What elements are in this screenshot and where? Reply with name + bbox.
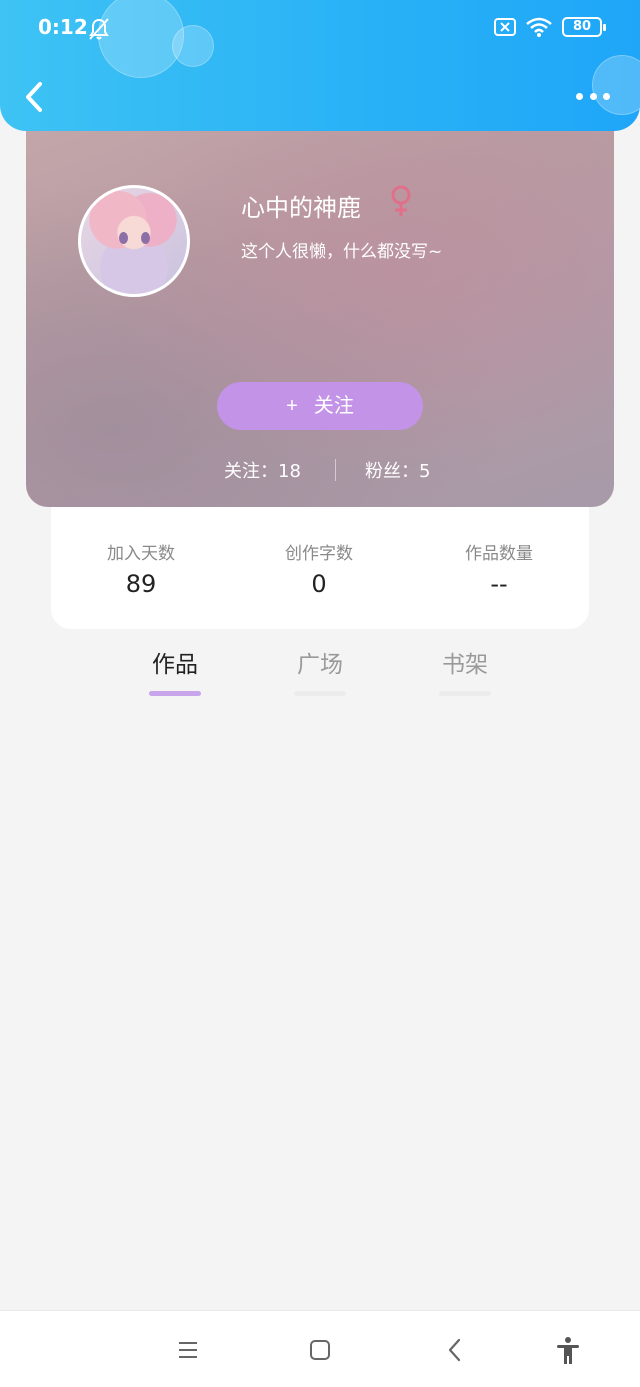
dot xyxy=(603,92,610,100)
profile-card: 心中的神鹿 这个人很懒，什么都没写~ + 关注 关注：18 粉丝：5 xyxy=(26,110,614,507)
stat-label: 创作字数 xyxy=(285,544,353,564)
tab-bookshelf[interactable]: 书架 xyxy=(420,645,510,696)
status-time: 0:12 xyxy=(38,15,88,39)
tab-square[interactable]: 广场 xyxy=(275,645,365,696)
accessibility-icon[interactable] xyxy=(553,1335,583,1365)
female-gender-icon xyxy=(391,185,411,216)
decorative-bubble xyxy=(98,0,184,78)
avatar[interactable] xyxy=(78,185,190,297)
stat-join-days: 加入天数 89 xyxy=(51,539,231,598)
stat-works-count: 作品数量 -- xyxy=(409,539,589,598)
stat-word-count: 创作字数 0 xyxy=(229,539,409,598)
stat-value: 0 xyxy=(311,570,327,598)
content-tabs: 作品 广场 书架 xyxy=(0,645,640,705)
menu-icon[interactable] xyxy=(174,1335,204,1365)
top-header: 0:12 80 xyxy=(0,0,640,131)
status-icons: 80 xyxy=(494,17,606,37)
tab-indicator xyxy=(149,691,201,696)
battery-icon: 80 xyxy=(562,17,606,37)
tab-label: 广场 xyxy=(297,652,343,678)
tab-works[interactable]: 作品 xyxy=(130,645,220,696)
tab-indicator xyxy=(439,691,491,696)
decorative-bubble xyxy=(172,25,214,67)
stat-value: -- xyxy=(490,570,508,598)
tab-label: 书架 xyxy=(442,652,488,678)
fans-count[interactable]: 粉丝：5 xyxy=(365,457,430,483)
system-nav-bar xyxy=(0,1310,640,1387)
bell-off-icon xyxy=(89,18,109,40)
plus-icon: + xyxy=(286,395,298,417)
stat-label: 加入天数 xyxy=(107,544,175,564)
back-button[interactable] xyxy=(22,80,48,114)
follow-label: 关注 xyxy=(313,395,354,417)
following-count[interactable]: 关注：18 xyxy=(224,457,301,483)
username: 心中的神鹿 xyxy=(241,194,361,222)
more-options-button[interactable] xyxy=(576,90,610,102)
follow-button[interactable]: + 关注 xyxy=(217,382,423,430)
tab-indicator xyxy=(294,691,346,696)
back-icon[interactable] xyxy=(440,1335,470,1365)
tab-label: 作品 xyxy=(152,652,198,678)
wifi-icon xyxy=(526,17,552,37)
divider xyxy=(335,459,336,481)
sim-x-icon xyxy=(494,18,516,36)
dot xyxy=(576,92,583,100)
home-icon[interactable] xyxy=(305,1335,335,1365)
stats-panel: 加入天数 89 创作字数 0 作品数量 -- xyxy=(51,505,589,629)
user-bio: 这个人很懒，什么都没写~ xyxy=(241,242,443,262)
stat-label: 作品数量 xyxy=(465,544,533,564)
dot xyxy=(589,92,597,100)
decorative-bubble xyxy=(592,55,640,115)
stat-value: 89 xyxy=(125,570,157,598)
